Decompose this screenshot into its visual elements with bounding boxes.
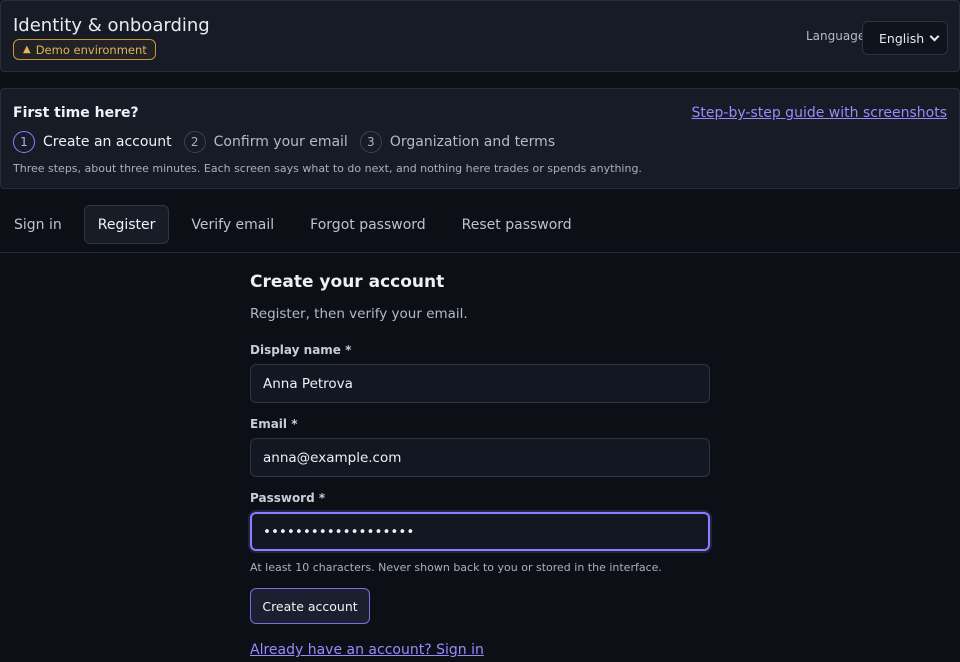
step-number: 3 bbox=[359, 131, 382, 153]
warning-triangle-icon: ▲ bbox=[23, 43, 31, 55]
step-label: Create an account bbox=[43, 134, 172, 150]
guide-link[interactable]: Step-by-step guide with screenshots bbox=[692, 105, 947, 121]
step-label: Organization and terms bbox=[389, 134, 556, 150]
step-create-account: 1 Create an account bbox=[13, 131, 172, 153]
onboarding-guide: First time here? Step-by-step guide with… bbox=[0, 88, 960, 189]
create-account-button[interactable]: Create account bbox=[250, 588, 370, 624]
language-label: Language bbox=[806, 29, 866, 43]
tab-reset-password[interactable]: Reset password bbox=[448, 205, 586, 244]
tab-register[interactable]: Register bbox=[83, 205, 170, 244]
step-organization-terms: 3 Organization and terms bbox=[359, 131, 556, 153]
demo-environment-badge: ▲ Demo environment bbox=[13, 39, 156, 60]
language-select[interactable]: English bbox=[862, 21, 948, 55]
form-subtitle: Register, then verify your email. bbox=[250, 306, 468, 322]
guide-title: First time here? bbox=[13, 105, 139, 121]
step-label: Confirm your email bbox=[213, 134, 348, 150]
tab-divider bbox=[0, 252, 960, 253]
password-hint: At least 10 characters. Never shown back… bbox=[250, 561, 662, 574]
display-name-label: Display name * bbox=[250, 343, 352, 357]
app-title: Identity & onboarding bbox=[13, 15, 210, 36]
sign-in-link[interactable]: Already have an account? Sign in bbox=[250, 642, 484, 658]
tab-verify-email[interactable]: Verify email bbox=[177, 205, 288, 244]
chevron-down-icon bbox=[929, 31, 940, 41]
badge-label: Demo environment bbox=[35, 42, 147, 57]
auth-tabs: Sign in Register Verify email Forgot pas… bbox=[0, 205, 594, 245]
register-form: Create your account Register, then verif… bbox=[250, 272, 710, 658]
form-title: Create your account bbox=[250, 272, 445, 292]
language-selected-value: English bbox=[879, 30, 925, 46]
tab-sign-in[interactable]: Sign in bbox=[0, 205, 76, 244]
step-indicator: 1 Create an account 2 Confirm your email… bbox=[13, 131, 567, 153]
tab-forgot-password[interactable]: Forgot password bbox=[296, 205, 440, 244]
step-number: 1 bbox=[13, 131, 35, 153]
password-label: Password * bbox=[250, 491, 326, 505]
header-bar: Identity & onboarding ▲ Demo environment… bbox=[0, 0, 960, 72]
step-number: 2 bbox=[183, 131, 206, 153]
display-name-field[interactable]: Anna Petrova bbox=[250, 364, 710, 403]
password-field[interactable]: ••••••••••••••••••• bbox=[250, 512, 710, 551]
email-field[interactable]: anna@example.com bbox=[250, 438, 710, 477]
email-label: Email * bbox=[250, 417, 298, 431]
guide-description: Three steps, about three minutes. Each s… bbox=[13, 162, 642, 175]
step-confirm-email: 2 Confirm your email bbox=[183, 131, 348, 153]
